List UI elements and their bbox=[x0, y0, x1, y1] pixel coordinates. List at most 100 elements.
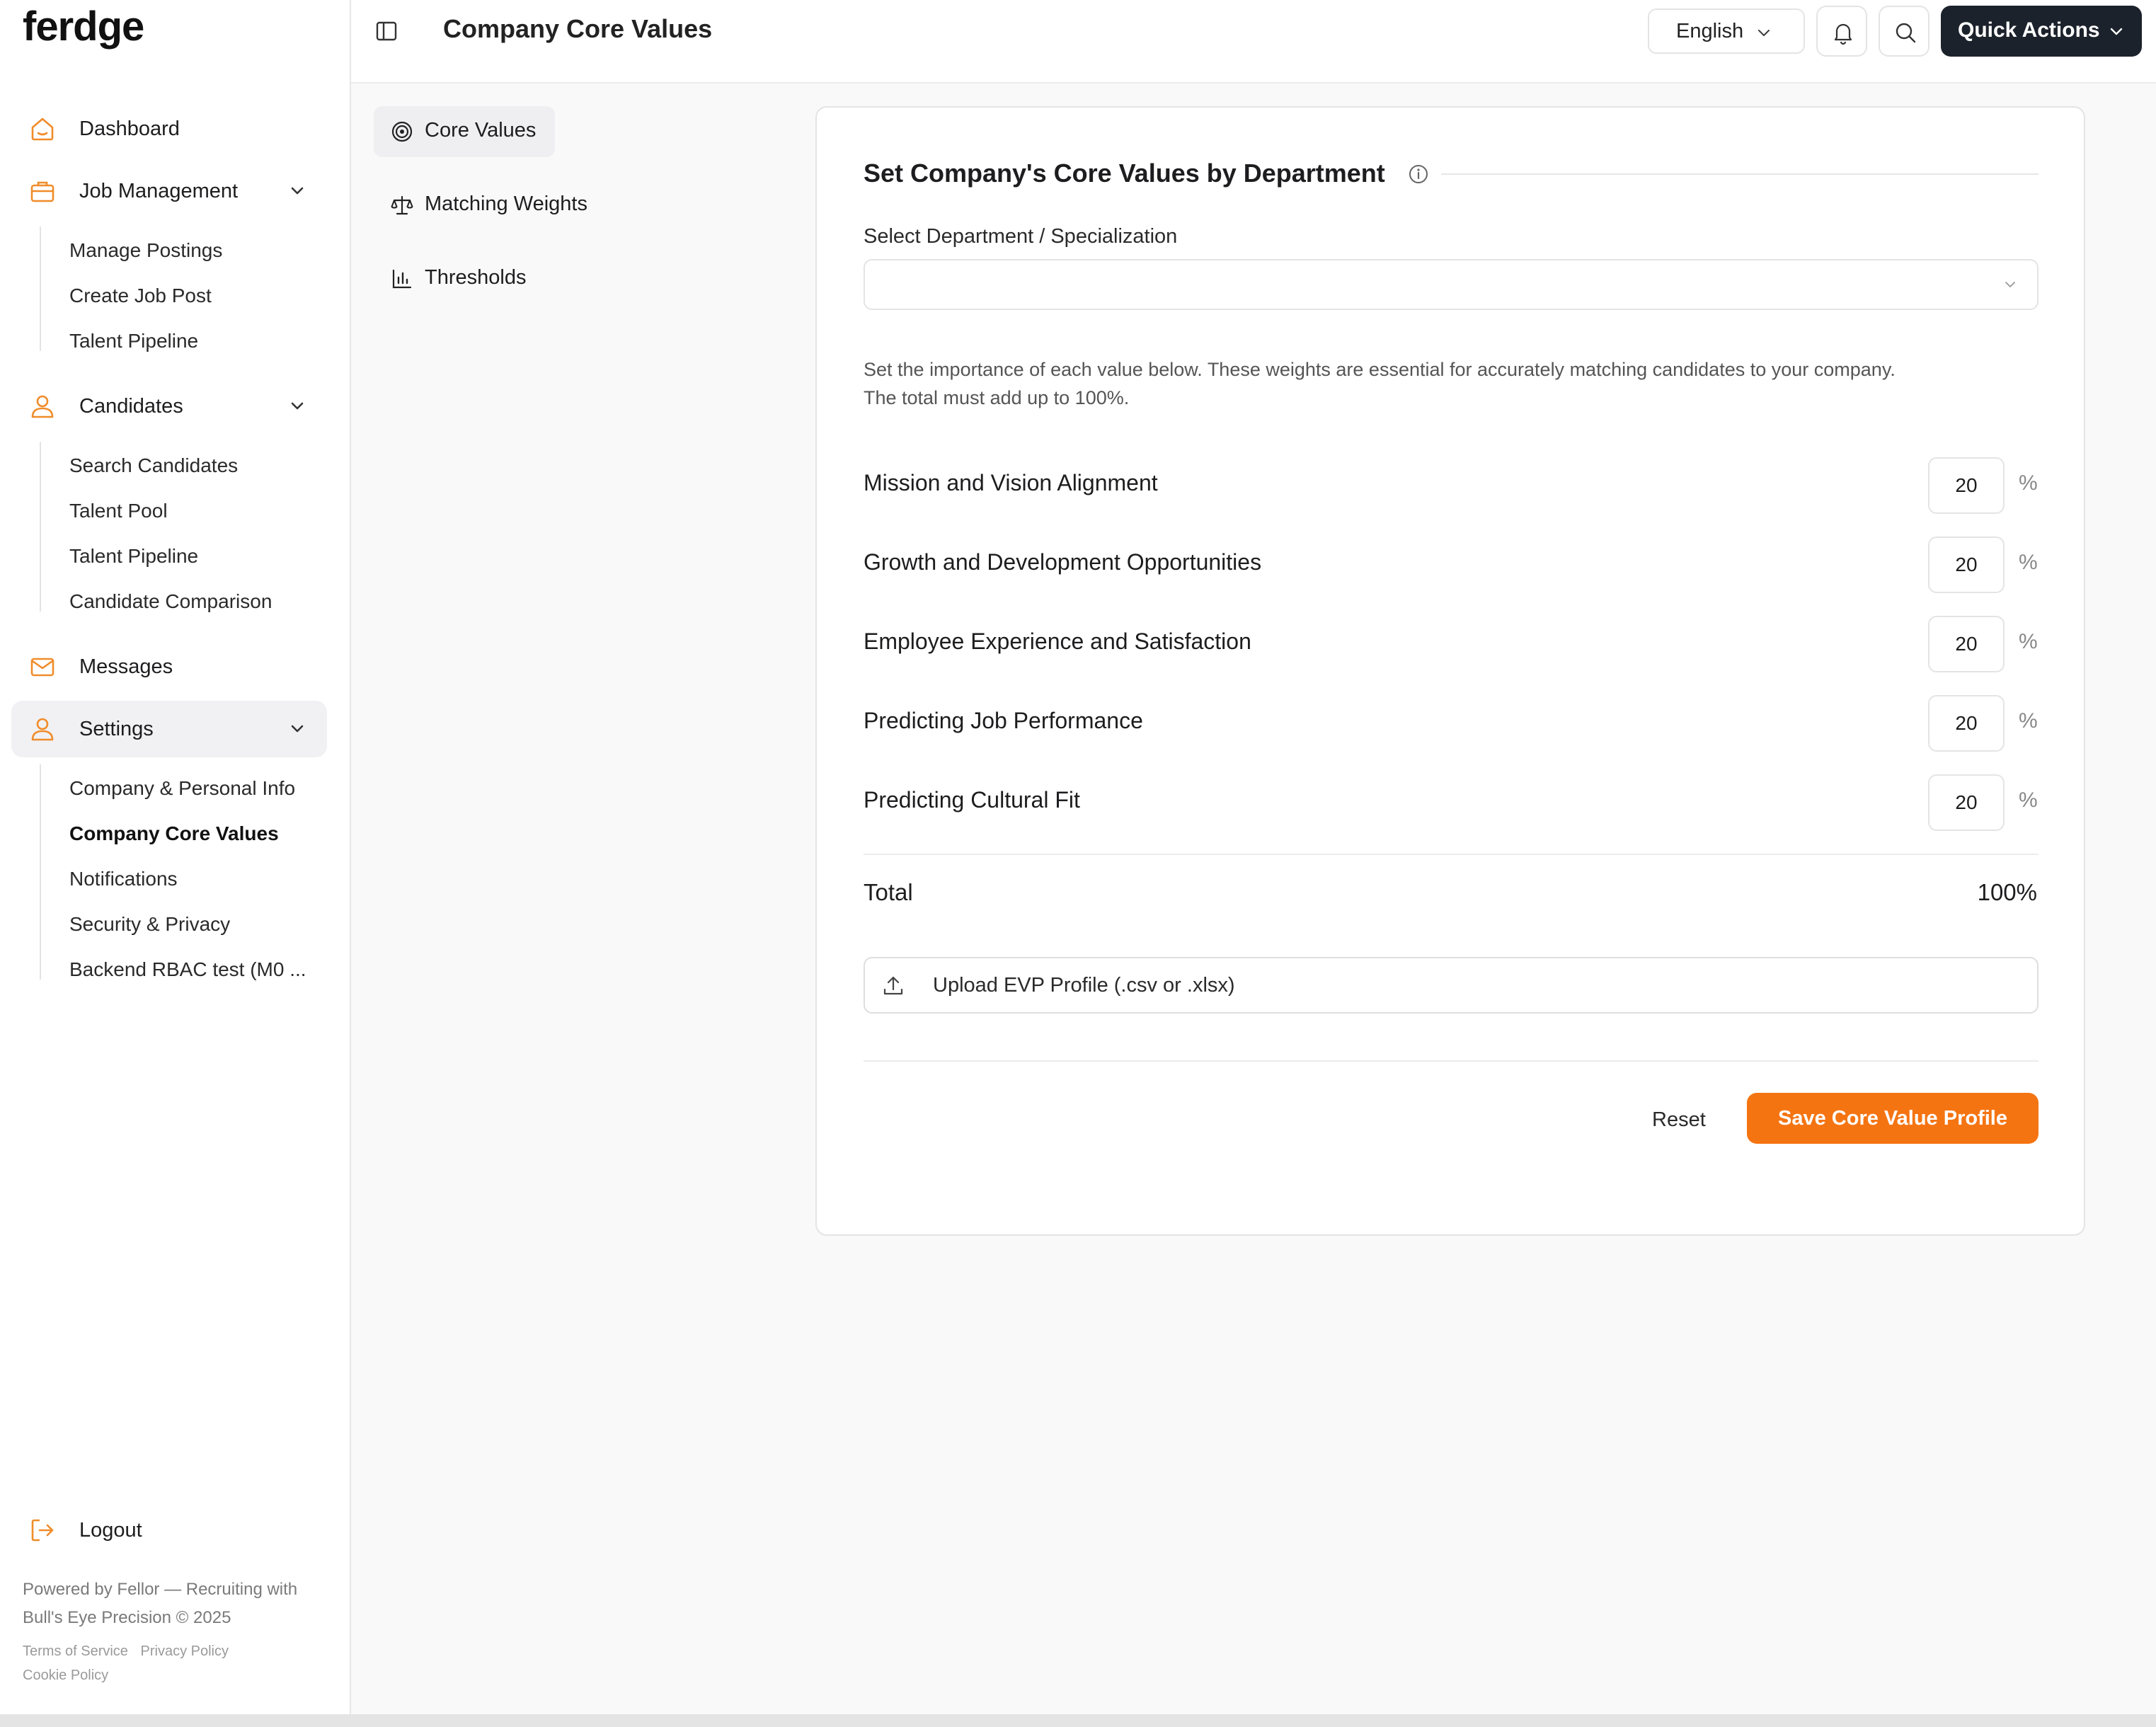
search-button[interactable] bbox=[1879, 6, 1929, 57]
department-label: Select Department / Specialization bbox=[864, 225, 1178, 248]
subnav-thresholds[interactable]: Thresholds bbox=[374, 253, 558, 304]
search-icon bbox=[1893, 20, 1918, 45]
title-divider bbox=[1441, 173, 2039, 175]
bar-chart-icon bbox=[391, 268, 413, 290]
terms-of-service-link[interactable]: Terms of Service bbox=[23, 1643, 128, 1659]
job-performance-weight-input[interactable] bbox=[1928, 695, 2005, 752]
value-label: Mission and Vision Alignment bbox=[864, 470, 1158, 495]
sidebar-item-label: Job Management bbox=[79, 179, 239, 202]
candidates-submenu: Search Candidates Talent Pool Talent Pip… bbox=[40, 442, 272, 612]
subnav-core-values[interactable]: Core Values bbox=[374, 106, 555, 157]
reset-button[interactable]: Reset bbox=[1652, 1108, 1706, 1132]
sidebar-subitem-talent-pool[interactable]: Talent Pool bbox=[69, 497, 168, 525]
language-select[interactable]: English bbox=[1648, 8, 1805, 54]
chevron-down-icon bbox=[2108, 23, 2125, 40]
percent-symbol: % bbox=[2019, 551, 2038, 574]
top-bar: Company Core Values English Quick Action… bbox=[351, 0, 2156, 84]
save-core-value-profile-button[interactable]: Save Core Value Profile bbox=[1747, 1093, 2039, 1144]
cookie-policy-link[interactable]: Cookie Policy bbox=[23, 1668, 108, 1683]
sidebar-item-label: Dashboard bbox=[79, 117, 180, 140]
growth-development-weight-input[interactable] bbox=[1928, 537, 2005, 593]
settings-submenu: Company & Personal Info Company Core Val… bbox=[40, 764, 306, 980]
sidebar-item-label: Settings bbox=[79, 717, 154, 740]
scale-icon bbox=[391, 194, 413, 217]
job-management-submenu: Manage Postings Create Job Post Talent P… bbox=[40, 226, 222, 352]
mail-icon bbox=[28, 653, 57, 681]
logout-button[interactable]: Logout bbox=[11, 1502, 327, 1559]
footer-links: Terms of Service Privacy Policy bbox=[23, 1643, 237, 1660]
sidebar-subitem-notifications[interactable]: Notifications bbox=[69, 865, 178, 893]
sidebar-item-label: Candidates bbox=[79, 394, 183, 418]
value-label: Predicting Job Performance bbox=[864, 708, 1143, 733]
sidebar-subitem-company-personal-info[interactable]: Company & Personal Info bbox=[69, 774, 295, 803]
footer-credit-line1: Powered by Fellor — Recruiting with bbox=[23, 1580, 298, 1599]
sidebar-item-label: Messages bbox=[79, 655, 173, 678]
sidebar-subitem-search-candidates[interactable]: Search Candidates bbox=[69, 452, 238, 480]
sidebar-subitem-backend-rbac-test[interactable]: Backend RBAC test (M0 ... bbox=[69, 956, 306, 984]
mission-vision-weight-input[interactable] bbox=[1928, 457, 2005, 514]
footer-links-row2: Cookie Policy bbox=[23, 1668, 117, 1684]
percent-symbol: % bbox=[2019, 471, 2038, 495]
chevron-down-icon[interactable] bbox=[287, 719, 307, 739]
total-value: 100% bbox=[1977, 879, 2037, 905]
value-row-job-performance: Predicting Job Performance % bbox=[864, 695, 2039, 752]
upload-evp-button[interactable]: Upload EVP Profile (.csv or .xlsx) bbox=[864, 957, 2039, 1014]
sidebar-subitem-company-core-values[interactable]: Company Core Values bbox=[69, 820, 279, 848]
sidebar-subitem-candidate-comparison[interactable]: Candidate Comparison bbox=[69, 587, 272, 616]
subnav-label: Core Values bbox=[425, 119, 537, 142]
sidebar-subitem-talent-pipeline[interactable]: Talent Pipeline bbox=[69, 327, 198, 355]
sidebar-subitem-security-privacy[interactable]: Security & Privacy bbox=[69, 910, 230, 939]
sidebar-item-job-management[interactable]: Job Management bbox=[11, 163, 327, 219]
logout-label: Logout bbox=[79, 1518, 142, 1542]
value-row-employee-experience: Employee Experience and Satisfaction % bbox=[864, 616, 2039, 672]
value-label: Predicting Cultural Fit bbox=[864, 787, 1080, 813]
quick-actions-label: Quick Actions bbox=[1958, 18, 2100, 42]
notifications-button[interactable] bbox=[1816, 6, 1867, 57]
help-text-line2: The total must add up to 100%. bbox=[864, 387, 1130, 408]
chevron-down-icon bbox=[1755, 24, 1772, 41]
page-title: Company Core Values bbox=[443, 14, 713, 43]
cultural-fit-weight-input[interactable] bbox=[1928, 774, 2005, 831]
chevron-down-icon[interactable] bbox=[287, 181, 307, 201]
target-icon bbox=[391, 120, 413, 143]
employee-experience-weight-input[interactable] bbox=[1928, 616, 2005, 672]
ferdge-logo[interactable]: ferdge bbox=[23, 3, 144, 50]
value-row-mission-vision: Mission and Vision Alignment % bbox=[864, 457, 2039, 514]
privacy-policy-link[interactable]: Privacy Policy bbox=[141, 1643, 229, 1659]
briefcase-icon bbox=[28, 177, 57, 205]
bell-icon bbox=[1830, 20, 1856, 45]
subnav-label: Thresholds bbox=[425, 266, 527, 289]
sidebar-item-candidates[interactable]: Candidates bbox=[11, 378, 327, 435]
total-label: Total bbox=[864, 879, 913, 905]
value-row-growth-development: Growth and Development Opportunities % bbox=[864, 537, 2039, 593]
settings-user-icon bbox=[28, 715, 57, 743]
chevron-down-icon[interactable] bbox=[287, 396, 307, 416]
subnav-matching-weights[interactable]: Matching Weights bbox=[374, 180, 614, 231]
weights-help-text: Set the importance of each value below. … bbox=[864, 355, 2053, 412]
info-icon[interactable] bbox=[1407, 163, 1430, 185]
help-text-line1: Set the importance of each value below. … bbox=[864, 359, 1896, 380]
value-row-cultural-fit: Predicting Cultural Fit % bbox=[864, 774, 2039, 831]
sidebar-subitem-manage-postings[interactable]: Manage Postings bbox=[69, 236, 222, 265]
total-divider bbox=[864, 854, 2039, 855]
card-title: Set Company's Core Values by Department bbox=[864, 159, 1385, 188]
percent-symbol: % bbox=[2019, 788, 2038, 812]
sidebar: ferdge Dashboard Job Management Manage P… bbox=[0, 0, 351, 1714]
sidebar-subitem-create-job-post[interactable]: Create Job Post bbox=[69, 282, 212, 310]
footer-credit-line2: Bull's Eye Precision © 2025 bbox=[23, 1608, 231, 1627]
save-button-label: Save Core Value Profile bbox=[1778, 1107, 2007, 1130]
bottom-scroll-strip bbox=[0, 1714, 2156, 1727]
chevron-down-icon bbox=[2002, 276, 2019, 293]
sidebar-item-settings[interactable]: Settings bbox=[11, 701, 327, 757]
subnav-label: Matching Weights bbox=[425, 193, 587, 215]
department-select[interactable] bbox=[864, 259, 2039, 310]
logout-icon bbox=[28, 1516, 57, 1544]
language-value: English bbox=[1676, 19, 1744, 42]
quick-actions-button[interactable]: Quick Actions bbox=[1941, 6, 2142, 57]
sidebar-toggle-icon[interactable] bbox=[374, 18, 399, 44]
value-label: Employee Experience and Satisfaction bbox=[864, 629, 1251, 654]
percent-symbol: % bbox=[2019, 709, 2038, 733]
sidebar-subitem-talent-pipeline[interactable]: Talent Pipeline bbox=[69, 542, 198, 570]
sidebar-item-dashboard[interactable]: Dashboard bbox=[11, 101, 327, 157]
sidebar-item-messages[interactable]: Messages bbox=[11, 638, 327, 695]
